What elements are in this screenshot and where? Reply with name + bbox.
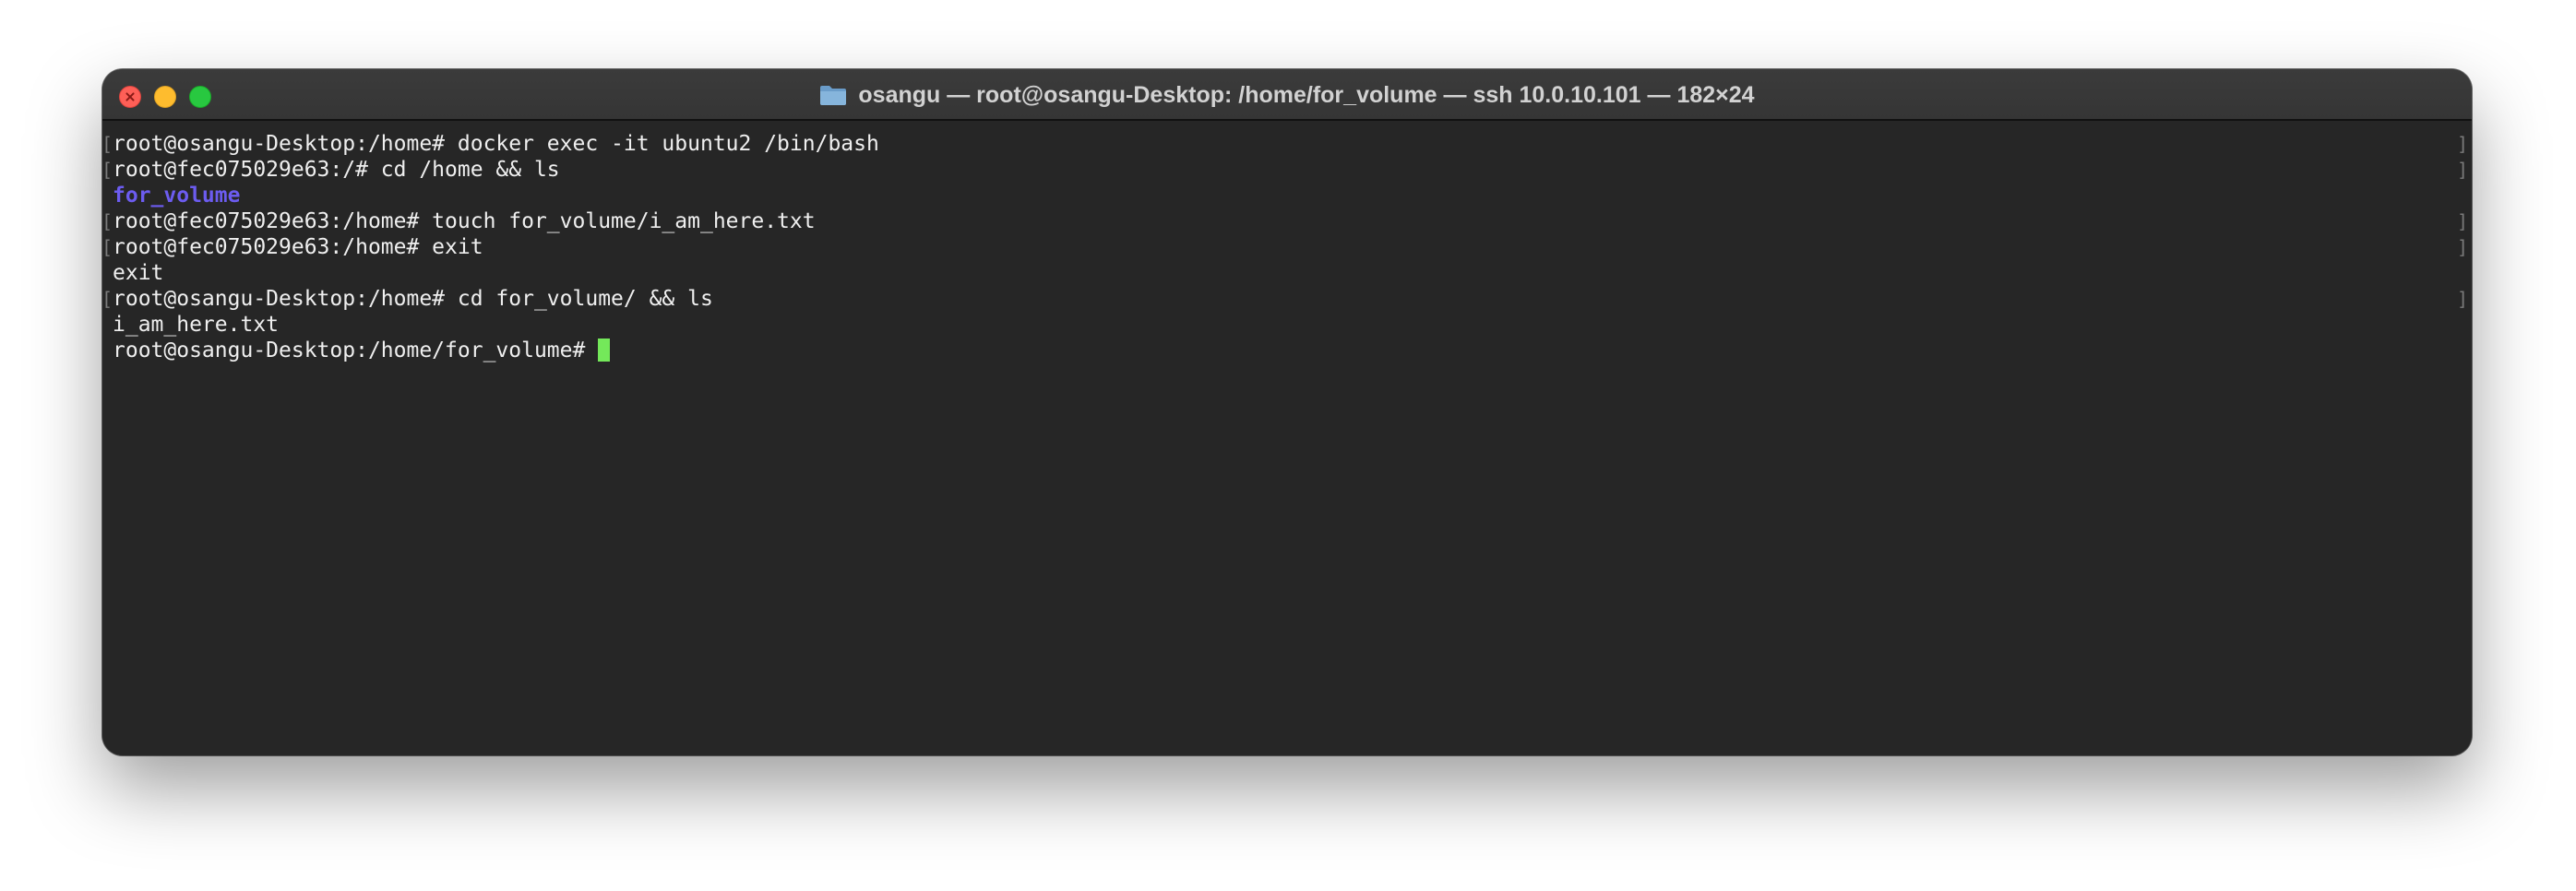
zoom-button[interactable] — [189, 86, 211, 108]
terminal-line: root@fec075029e63:/home# exit — [102, 234, 2472, 260]
title-bar[interactable]: osangu — root@osangu-Desktop: /home/for_… — [102, 69, 2472, 121]
directory-listing: for_volume — [113, 184, 241, 208]
terminal-prompt-line[interactable]: root@osangu-Desktop:/home/for_volume# — [102, 338, 2472, 363]
output-text: exit — [113, 261, 164, 285]
terminal-line: i_am_here.txt — [102, 312, 2472, 338]
terminal-line: exit — [102, 260, 2472, 286]
file-listing: i_am_here.txt — [113, 313, 280, 337]
terminal-window: osangu — root@osangu-Desktop: /home/for_… — [102, 69, 2472, 755]
command-text: root@fec075029e63:/home# touch for_volum… — [113, 209, 816, 233]
folder-icon — [819, 84, 847, 106]
text-cursor — [598, 339, 611, 362]
window-title-text: osangu — root@osangu-Desktop: /home/for_… — [858, 81, 1755, 108]
window-title: osangu — root@osangu-Desktop: /home/for_… — [102, 69, 2472, 121]
command-text: root@fec075029e63:/# cd /home && ls — [113, 158, 560, 182]
prompt-text: root@osangu-Desktop:/home/for_volume# — [113, 339, 586, 362]
terminal-line: root@fec075029e63:/home# touch for_volum… — [102, 208, 2472, 234]
command-text: root@osangu-Desktop:/home# cd for_volume… — [113, 287, 713, 311]
terminal-line: for_volume — [102, 183, 2472, 208]
minimize-button[interactable] — [154, 86, 176, 108]
command-text: root@osangu-Desktop:/home# docker exec -… — [113, 132, 879, 156]
terminal-line: root@fec075029e63:/# cd /home && ls — [102, 157, 2472, 183]
terminal-line: root@osangu-Desktop:/home# docker exec -… — [102, 131, 2472, 157]
command-text: root@fec075029e63:/home# exit — [113, 235, 483, 259]
close-button[interactable] — [119, 86, 141, 108]
terminal-output[interactable]: root@osangu-Desktop:/home# docker exec -… — [102, 121, 2472, 755]
terminal-line: root@osangu-Desktop:/home# cd for_volume… — [102, 286, 2472, 312]
